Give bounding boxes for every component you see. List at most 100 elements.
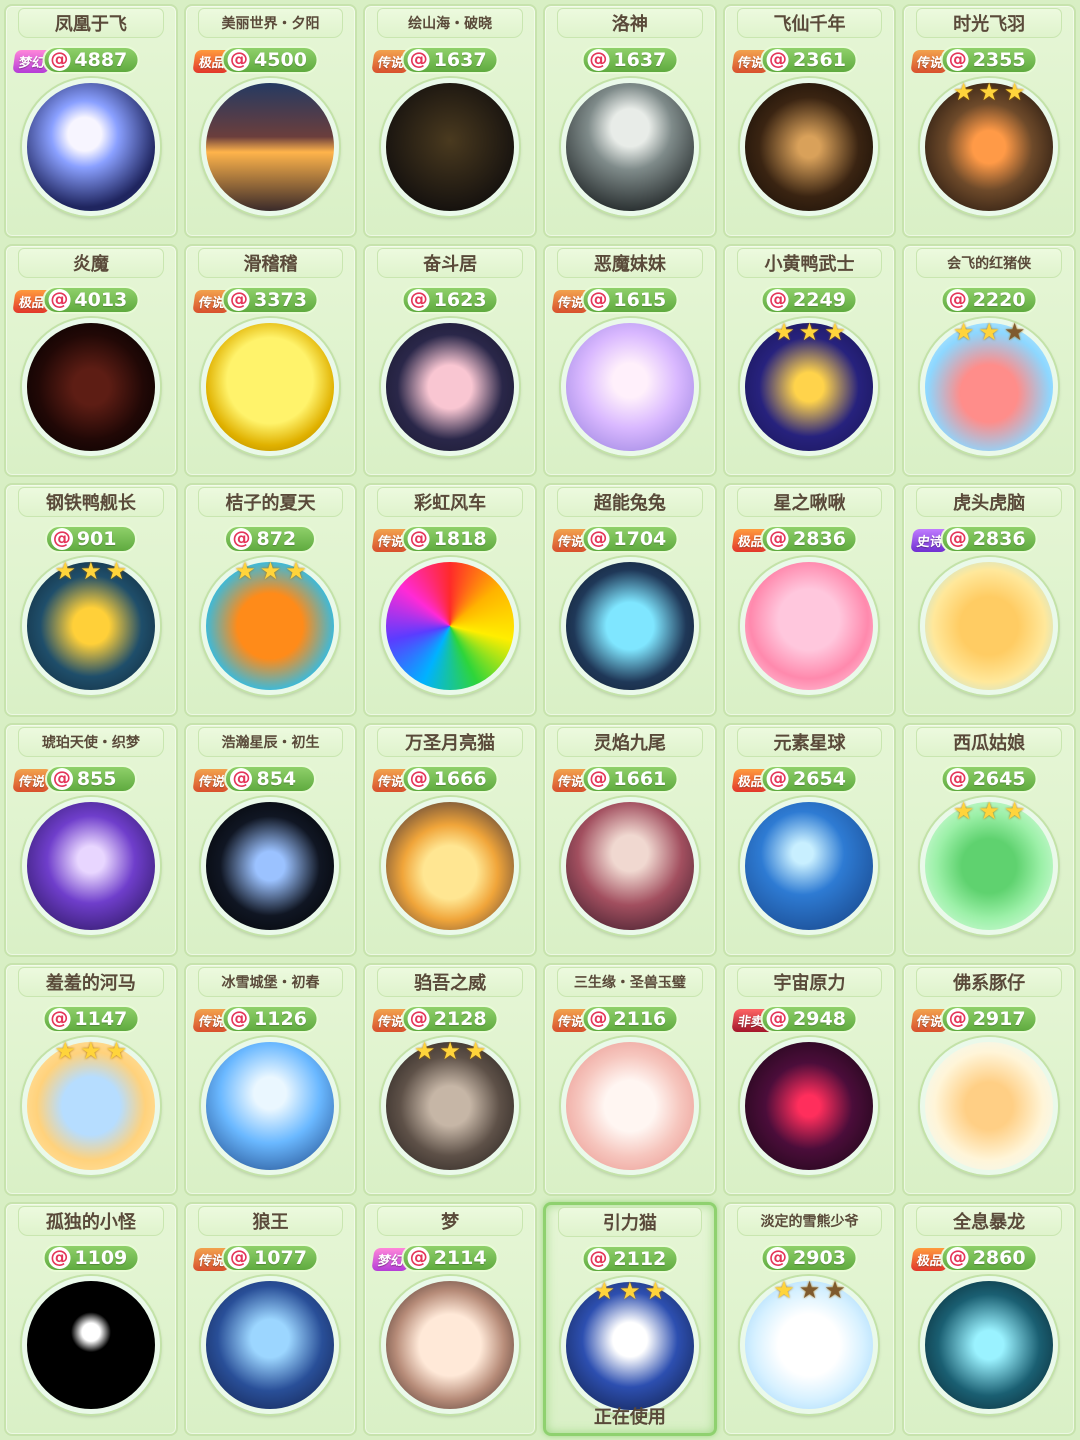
skin-card[interactable]: 佛系豚仔 传说 @2917 <box>902 962 1076 1197</box>
skin-card[interactable]: 洛神 @1637 <box>543 4 717 238</box>
skin-ball-art <box>560 797 699 935</box>
price-badge: @901 <box>44 525 137 554</box>
skin-name: 羞羞的河马 <box>18 966 164 997</box>
skin-card[interactable]: 淡定的雪熊少爷 @2903 ★ ★ ★ <box>722 1202 897 1436</box>
skin-name: 梦 <box>377 1206 523 1237</box>
star-icon: ★ <box>439 1036 461 1065</box>
price-badge: @2116 <box>581 1004 679 1033</box>
star-icon: ★ <box>978 78 1000 106</box>
skin-ball-art <box>740 1036 879 1175</box>
price-value: 2116 <box>613 1007 667 1030</box>
star-icon: ★ <box>952 78 975 106</box>
star-icon: ★ <box>773 317 795 346</box>
price-value: 1615 <box>613 288 667 311</box>
star-icon: ★ <box>978 797 1000 825</box>
star-rating: ★ ★ ★ <box>594 1277 667 1305</box>
star-icon: ★ <box>773 1276 795 1305</box>
skin-card[interactable]: 羞羞的河马 @1147 ★ ★ ★ <box>4 962 178 1197</box>
skin-card[interactable]: 滑稽稽 传说 @3373 <box>183 243 358 478</box>
price-value: 872 <box>256 528 297 551</box>
spiral-coin-icon: @ <box>407 768 430 790</box>
spiral-coin-icon: @ <box>946 49 969 71</box>
spiral-coin-icon: @ <box>407 1247 430 1270</box>
price-value: 2128 <box>433 1007 487 1030</box>
skin-card[interactable]: 万圣月亮猫 传说 @1666 <box>363 723 537 957</box>
skin-name: 时光飞羽 <box>916 8 1062 38</box>
star-icon: ★ <box>978 317 1000 346</box>
spiral-coin-icon: @ <box>48 1007 71 1030</box>
skin-card[interactable]: 桔子的夏天 @872 ★ ★ ★ <box>183 483 358 717</box>
price-badge: @1623 <box>401 285 499 314</box>
skin-card[interactable]: 宇宙原力 非卖品 @2948 <box>722 962 897 1197</box>
spiral-coin-icon: @ <box>767 768 790 790</box>
skin-card[interactable]: 冰雪城堡・初春 传说 @1126 <box>183 962 358 1197</box>
spiral-coin-icon: @ <box>407 1007 430 1030</box>
skin-name: 超能兔兔 <box>557 487 703 518</box>
skin-card[interactable]: 奋斗居 @1623 <box>363 243 537 478</box>
spiral-coin-icon: @ <box>946 288 969 311</box>
skin-card[interactable]: 元素星球 极品 @2654 <box>722 723 897 957</box>
skin-name: 虎头虎脑 <box>916 487 1062 518</box>
skin-card[interactable]: 星之啾啾 极品 @2836 <box>722 483 897 717</box>
price-badge: @1818 <box>401 525 499 554</box>
price-badge: @4887 <box>42 46 140 74</box>
price-badge: @2220 <box>940 285 1038 314</box>
price-value: 2917 <box>972 1007 1026 1030</box>
price-badge: @2355 <box>940 46 1038 74</box>
star-rating: ★ ★ ★ <box>773 1276 846 1304</box>
skin-name: 西瓜姑娘 <box>916 727 1062 757</box>
skin-card[interactable]: 西瓜姑娘 @2645 ★ ★ ★ <box>902 723 1076 957</box>
star-rating: ★ ★ ★ <box>55 557 128 585</box>
skin-name: 元素星球 <box>736 727 883 757</box>
spiral-coin-icon: @ <box>228 1247 251 1270</box>
skin-card[interactable]: 超能兔兔 传说 @1704 <box>543 483 717 717</box>
price-badge: @1637 <box>581 46 679 74</box>
star-icon: ★ <box>464 1036 487 1065</box>
skin-ball-art <box>560 557 699 696</box>
skin-card[interactable]: 虎头虎脑 史诗 @2836 <box>902 483 1076 717</box>
skin-card[interactable]: 浩瀚星辰・初生 传说 @854 <box>183 723 358 957</box>
skin-ball-art <box>740 557 879 696</box>
skin-card[interactable]: 会飞的红猪侠 @2220 ★ ★ ★ <box>902 243 1076 478</box>
skin-card[interactable]: 孤独的小怪 @1109 <box>4 1202 178 1436</box>
skin-card[interactable]: 恶魔妹妹 传说 @1615 <box>543 243 717 478</box>
skin-ball-art <box>201 1036 340 1175</box>
skin-card[interactable]: 时光飞羽 传说 @2355 ★ ★ ★ <box>902 4 1076 238</box>
skin-grid: 凤凰于飞 梦幻 @4887 美丽世界・夕阳 极品 @4500 绘山海・破晓 传说 @1637 洛神… <box>0 0 1080 1440</box>
skin-ball-art <box>21 1276 160 1415</box>
skin-card[interactable]: 驺吾之威 传说 @2128 ★ ★ ★ <box>363 962 537 1197</box>
spiral-coin-icon: @ <box>228 49 251 71</box>
star-rating: ★ ★ ★ <box>953 797 1026 825</box>
skin-card[interactable]: 灵焰九尾 传说 @1661 <box>543 723 717 957</box>
price-badge: @2903 <box>761 1244 858 1273</box>
skin-name: 恶魔妹妹 <box>557 247 703 278</box>
skin-card[interactable]: 绘山海・破晓 传说 @1637 <box>363 4 537 238</box>
skin-card[interactable]: 小黄鸭武士 @2249 ★ ★ ★ <box>722 243 897 478</box>
star-icon: ★ <box>644 1277 667 1306</box>
skin-card[interactable]: 狼王 传说 @1077 <box>183 1202 358 1436</box>
skin-card[interactable]: 飞仙千年 传说 @2361 <box>722 4 897 238</box>
star-icon: ★ <box>593 1277 616 1306</box>
skin-card[interactable]: 彩虹风车 传说 @1818 <box>363 483 537 717</box>
price-badge: @2836 <box>761 525 858 554</box>
skin-card[interactable]: 美丽世界・夕阳 极品 @4500 <box>183 4 358 238</box>
star-icon: ★ <box>952 317 975 346</box>
skin-card[interactable]: 引力猫 @2112 ★ ★ ★ 正在使用 <box>543 1202 717 1436</box>
skin-card[interactable]: 梦梦幻 @2114 <box>363 1202 537 1436</box>
spiral-coin-icon: @ <box>587 288 610 311</box>
skin-ball-art <box>740 78 879 216</box>
skin-card[interactable]: 凤凰于飞 梦幻 @4887 <box>4 4 178 238</box>
spiral-coin-icon: @ <box>946 768 969 790</box>
skin-ball-art <box>21 797 160 935</box>
skin-card[interactable]: 炎魔 极品 @4013 <box>4 243 178 478</box>
skin-card[interactable]: 钢铁鸭舰长 @901 ★ ★ ★ <box>4 483 178 717</box>
skin-card[interactable]: 三生缘・圣兽玉璧 传说 @2116 <box>543 962 717 1197</box>
skin-name: 冰雪城堡・初春 <box>197 966 344 997</box>
skin-ball-art <box>560 1036 699 1175</box>
skin-card[interactable]: 全息暴龙 极品 @2860 <box>902 1202 1076 1436</box>
skin-card[interactable]: 琥珀天使・织梦 传说 @855 <box>4 723 178 957</box>
skin-ball-art <box>920 1036 1059 1175</box>
spiral-coin-icon: @ <box>946 1007 969 1030</box>
price-value: 1666 <box>433 768 487 790</box>
price-value: 2836 <box>972 528 1026 551</box>
